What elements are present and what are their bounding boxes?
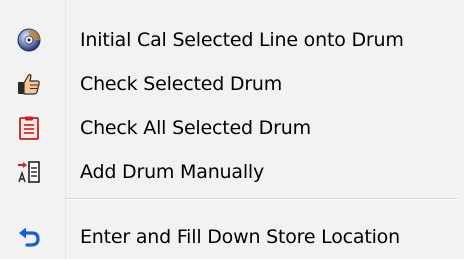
menu-item-check-selected-drum[interactable]: Check Selected Drum — [0, 62, 464, 106]
thumbs-up-icon — [16, 71, 42, 97]
menu-item-initial-cal-selected-line[interactable]: Initial Cal Selected Line onto Drum — [0, 18, 464, 62]
menu-item-check-all-selected-drum[interactable]: Check All Selected Drum — [0, 106, 464, 150]
add-manual-entry-icon — [16, 159, 42, 185]
clipboard-checklist-icon — [16, 115, 42, 141]
context-menu: Initial Cal Selected Line onto Drum Chec… — [0, 0, 464, 259]
menu-item-label: Initial Cal Selected Line onto Drum — [80, 29, 404, 51]
menu-item-enter-fill-down-store-location[interactable]: Enter and Fill Down Store Location — [0, 215, 464, 259]
menu-item-label: Enter and Fill Down Store Location — [80, 226, 400, 248]
menu-item-label: Check All Selected Drum — [80, 117, 311, 139]
disc-cd-icon — [16, 27, 42, 53]
menu-separator-highlight — [66, 199, 458, 200]
undo-arrow-icon — [16, 224, 42, 250]
menu-item-label: Add Drum Manually — [80, 161, 265, 183]
menu-item-add-drum-manually[interactable]: Add Drum Manually — [0, 150, 464, 194]
menu-item-label: Check Selected Drum — [80, 73, 283, 95]
